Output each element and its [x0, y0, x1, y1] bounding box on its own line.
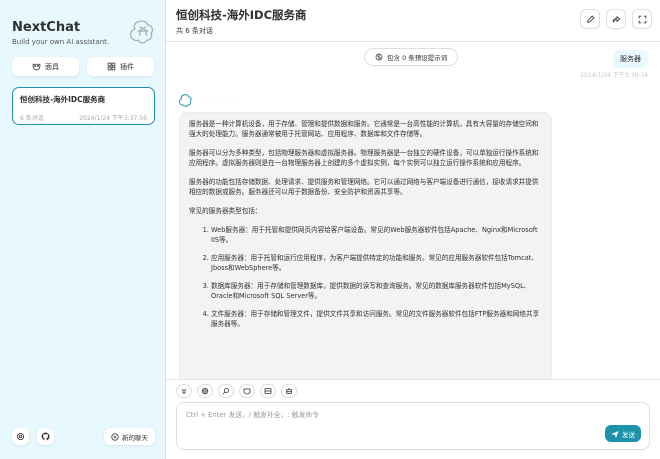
expand-icon	[638, 15, 646, 23]
bot-list-item: Web服务器：用于托管和提供网页内容给客户端设备。常见的Web服务器软件包括Ap…	[211, 225, 542, 245]
new-chat-label: 新的聊天	[122, 433, 148, 442]
brand-title: NextChat	[12, 20, 81, 35]
gear-icon	[16, 432, 25, 441]
bot-paragraph: 服务器的功能包括存储数据、处理请求、提供服务和管理网络。它可以通过网络与客户端设…	[189, 178, 539, 196]
model-switch-button[interactable]	[281, 384, 297, 398]
bot-paragraph: 常见的服务器类型包括：	[189, 207, 262, 215]
chat-item-meta: 6 条对话 2024/1/24 下午3:37:56	[20, 113, 147, 122]
chat-list-item[interactable]: 恒创科技-海外IDC服务商 6 条对话 2024/1/24 下午3:37:56	[12, 87, 155, 125]
send-button-label: 发送	[622, 430, 635, 439]
chat-main: 恒创科技-海外IDC服务商 共 6 条对话 包含 0 条预设提示词 服务器 20…	[166, 0, 660, 459]
chat-item-title: 恒创科技-海外IDC服务商	[20, 95, 106, 104]
plus-circle-icon	[111, 432, 119, 441]
openai-logo-icon	[130, 20, 154, 44]
settings-tool-button[interactable]	[197, 384, 213, 398]
input-panel: Ctrl + Enter 发送，/ 触发补全，: 触发命令 发送	[166, 379, 660, 459]
brand-subtitle: Build your own AI assistant.	[12, 38, 110, 46]
header-actions	[580, 9, 652, 29]
bot-list-item: 应用服务器：用于托管和运行应用程序，为客户端提供特定的功能和服务。常见的应用服务…	[211, 253, 542, 273]
brain-icon	[375, 53, 383, 61]
input-toolbar	[176, 384, 650, 398]
plugin-button-label: 插件	[120, 62, 134, 71]
chat-header: 恒创科技-海外IDC服务商 共 6 条对话	[166, 0, 660, 42]
search-icon	[222, 388, 229, 395]
bot-avatar-icon	[179, 94, 192, 107]
clear-context-button[interactable]	[260, 384, 276, 398]
chat-title[interactable]: 恒创科技-海外IDC服务商	[176, 7, 650, 23]
bot-list: Web服务器：用于托管和提供网页内容给客户端设备。常见的Web服务器软件包括Ap…	[189, 225, 542, 329]
sidebar-button-row: 面具 插件	[12, 57, 154, 76]
settings-button[interactable]	[12, 428, 29, 445]
bot-paragraph: 服务器是一种计算机设备，用于存储、管理和提供数据和服务。它通常是一台高性能的计算…	[189, 120, 539, 138]
message-actions-faded: ◦ ◦ ◦ ◦ ◦	[200, 96, 244, 103]
chevrons-down-icon	[181, 388, 187, 395]
send-icon	[611, 430, 619, 438]
message-list[interactable]: 包含 0 条预设提示词 服务器 2024/1/24 下午3:36:34 ◦ ◦ …	[166, 43, 660, 379]
chat-input-placeholder: Ctrl + Enter 发送，/ 触发补全，: 触发命令	[186, 411, 319, 419]
user-message-time: 2024/1/24 下午3:36:34	[580, 72, 648, 79]
app-window: NextChat Build your own AI assistant. 面具…	[0, 0, 660, 459]
share-button[interactable]	[606, 9, 626, 29]
sidebar-footer: 新的聊天	[12, 428, 155, 445]
user-message: 服务器	[613, 50, 648, 68]
share-icon	[612, 15, 621, 22]
mask-icon	[243, 388, 251, 395]
preset-prompts-label: 包含 0 条预设提示词	[387, 54, 448, 62]
chat-input[interactable]: Ctrl + Enter 发送，/ 触发补全，: 触发命令 发送	[176, 402, 650, 450]
new-chat-button[interactable]: 新的聊天	[104, 428, 155, 445]
grid-icon	[107, 62, 116, 71]
chat-item-count: 6 条对话	[20, 115, 44, 122]
sidebar: NextChat Build your own AI assistant. 面具…	[0, 0, 166, 459]
mask-button[interactable]: 面具	[12, 57, 79, 76]
break-icon	[264, 388, 272, 394]
robot-icon	[286, 388, 292, 394]
send-button[interactable]: 发送	[605, 425, 641, 442]
github-button[interactable]	[37, 428, 54, 445]
rename-button[interactable]	[580, 9, 600, 29]
bot-message: 服务器是一种计算机设备，用于存储、管理和提供数据和服务。它通常是一台高性能的计算…	[179, 112, 552, 379]
prompt-search-button[interactable]	[218, 384, 234, 398]
settings-icon	[201, 387, 209, 395]
scroll-bottom-button[interactable]	[176, 384, 192, 398]
mask-tool-button[interactable]	[239, 384, 255, 398]
bot-paragraph: 服务器可以分为多种类型，包括物理服务器和虚拟服务器。物理服务器是一台独立的硬件设…	[189, 149, 539, 167]
mask-button-label: 面具	[45, 62, 59, 71]
bot-list-item: 文件服务器：用于存储和管理文件，提供文件共享和访问服务。常见的文件服务器软件包括…	[211, 309, 542, 329]
preset-prompts-pill[interactable]: 包含 0 条预设提示词	[364, 48, 459, 66]
bot-list-item: 数据库服务器：用于存储和管理数据库，提供数据的读写和查询服务。常见的数据库服务器…	[211, 281, 542, 301]
plugin-button[interactable]: 插件	[87, 57, 154, 76]
pencil-icon	[586, 15, 594, 23]
mask-icon	[32, 63, 41, 71]
chat-item-time: 2024/1/24 下午3:37:56	[79, 115, 147, 122]
brand: NextChat Build your own AI assistant.	[12, 20, 109, 46]
fullscreen-button[interactable]	[632, 9, 652, 29]
github-icon	[41, 432, 50, 441]
chat-subtitle: 共 6 条对话	[176, 27, 213, 35]
